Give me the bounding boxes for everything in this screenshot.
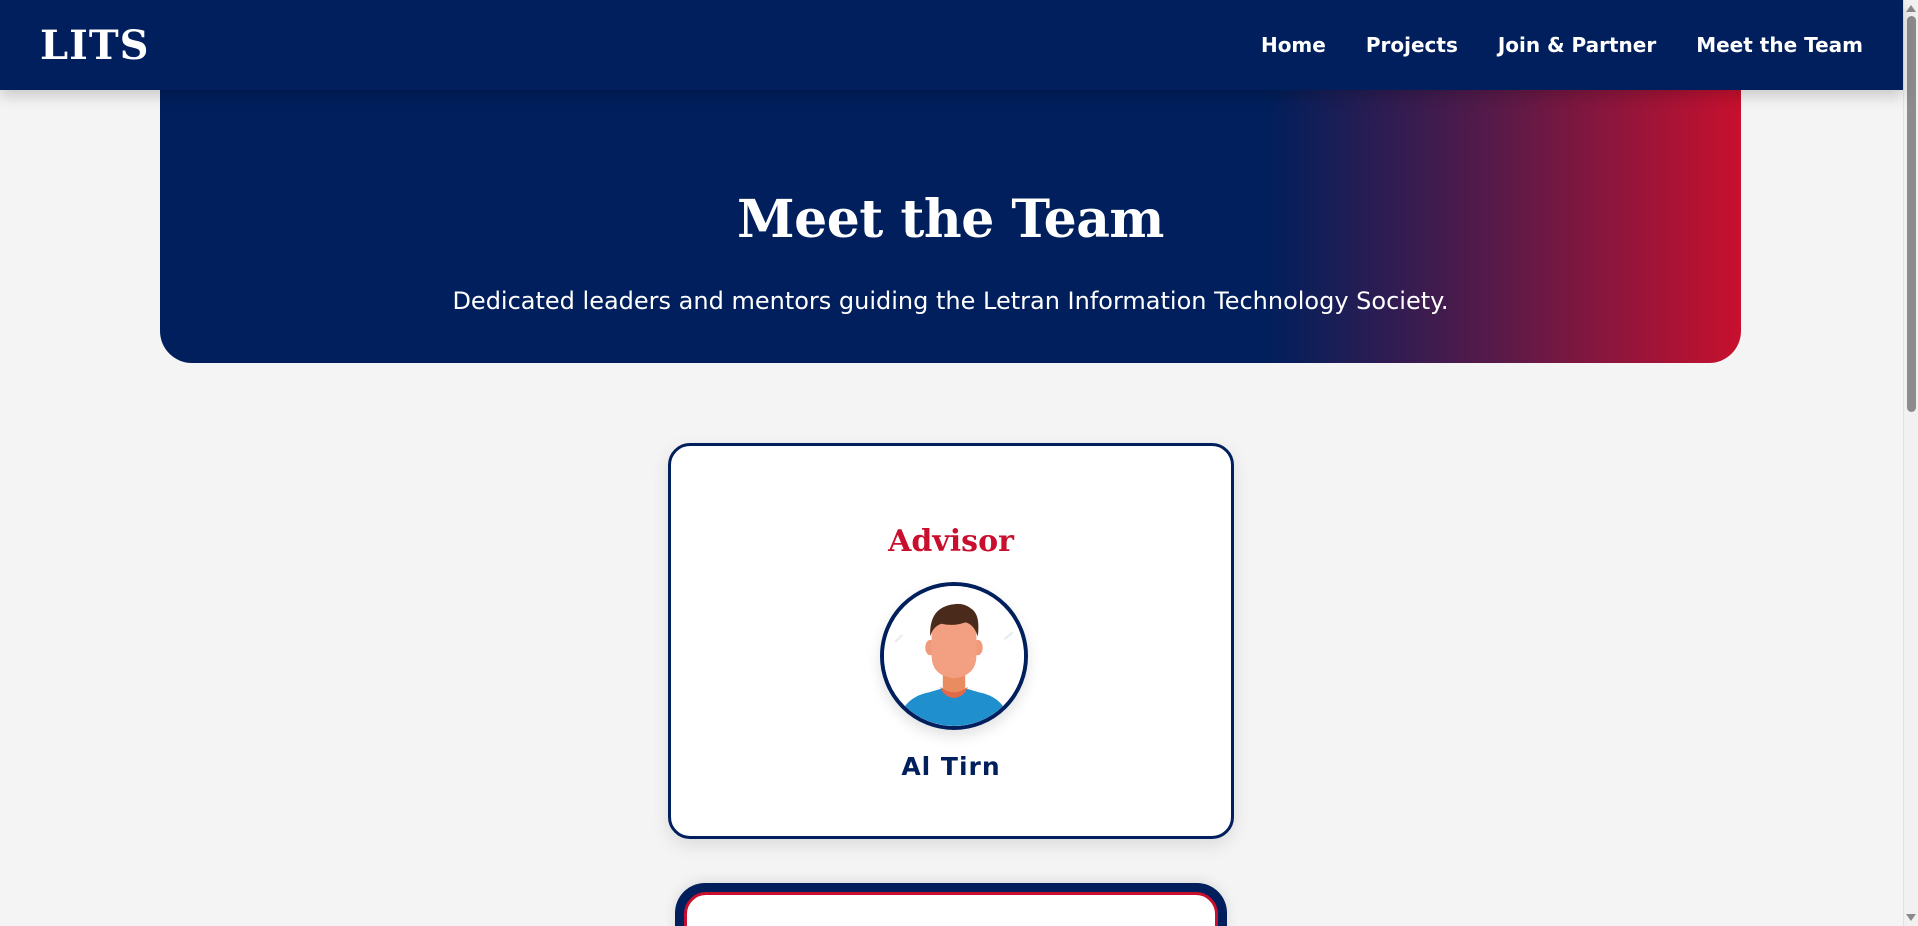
next-team-card-inner: [684, 892, 1218, 926]
nav-link-meet-the-team[interactable]: Meet the Team: [1696, 33, 1863, 57]
hero-banner: Meet the Team Dedicated leaders and ment…: [160, 90, 1741, 363]
nav-link-join-partner[interactable]: Join & Partner: [1498, 33, 1656, 57]
page-scrollbar[interactable]: [1903, 0, 1918, 926]
avatar-illustration: [884, 586, 1024, 726]
page-title: Meet the Team: [737, 189, 1164, 250]
scroll-up-arrow-icon[interactable]: [1906, 5, 1916, 12]
top-navbar: LITS Home Projects Join & Partner Meet t…: [0, 0, 1903, 90]
page-subtitle: Dedicated leaders and mentors guiding th…: [452, 287, 1449, 315]
advisor-card: Advisor Al Tirn: [668, 443, 1234, 839]
main-nav: Home Projects Join & Partner Meet the Te…: [1261, 33, 1863, 57]
nav-link-projects[interactable]: Projects: [1366, 33, 1458, 57]
site-logo[interactable]: LITS: [40, 22, 150, 69]
person-avatar-icon: [880, 582, 1028, 730]
team-role-heading: Advisor: [888, 524, 1014, 559]
next-team-card: [675, 883, 1227, 926]
nav-link-home[interactable]: Home: [1261, 33, 1326, 57]
scroll-down-arrow-icon[interactable]: [1906, 914, 1916, 921]
team-member-name: Al Tirn: [901, 752, 1001, 781]
scrollbar-thumb[interactable]: [1907, 16, 1916, 412]
page: LITS Home Projects Join & Partner Meet t…: [0, 0, 1918, 926]
